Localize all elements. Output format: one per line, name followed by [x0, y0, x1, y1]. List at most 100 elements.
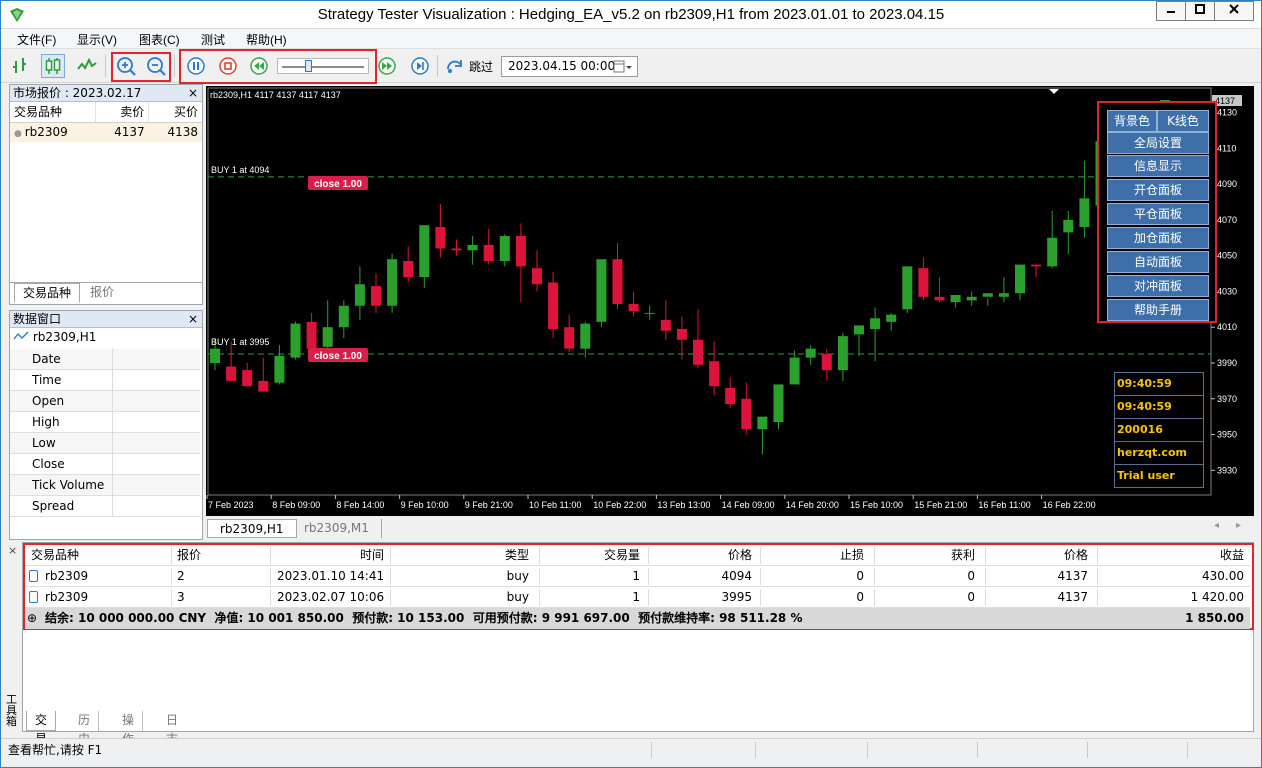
- minimize-button[interactable]: [1156, 1, 1186, 21]
- tab-journal[interactable]: 日志: [158, 711, 186, 746]
- candle[interactable]: [693, 309, 703, 369]
- candle[interactable]: [1047, 210, 1058, 269]
- zoom-in-button[interactable]: [114, 54, 138, 78]
- candle[interactable]: [709, 341, 720, 396]
- candle[interactable]: [676, 316, 687, 360]
- hedge-panel-button[interactable]: 对冲面板: [1107, 275, 1209, 297]
- tab-rb2309-h1[interactable]: rb2309,H1: [207, 519, 297, 538]
- candle[interactable]: [1079, 160, 1090, 238]
- candle[interactable]: [902, 266, 913, 313]
- tab-symbols[interactable]: 交易品种: [14, 283, 81, 303]
- column-header[interactable]: 收益: [1100, 545, 1244, 565]
- speed-slider[interactable]: [277, 58, 369, 74]
- candle[interactable]: [515, 223, 526, 303]
- candle[interactable]: [354, 266, 365, 321]
- stop-button[interactable]: [216, 54, 240, 78]
- candle[interactable]: [725, 377, 736, 408]
- help-manual-button[interactable]: 帮助手册: [1107, 299, 1209, 321]
- candle[interactable]: [998, 277, 1009, 303]
- candle[interactable]: [757, 416, 768, 455]
- add-position-panel-button[interactable]: 加仓面板: [1107, 227, 1209, 249]
- close-toolbox-icon[interactable]: ×: [8, 544, 17, 557]
- column-header[interactable]: 交易量: [541, 545, 640, 565]
- open-panel-button[interactable]: 开仓面板: [1107, 179, 1209, 201]
- candle[interactable]: [435, 203, 446, 258]
- candle[interactable]: [532, 250, 542, 292]
- candle[interactable]: [274, 345, 285, 385]
- slow-down-button[interactable]: [247, 54, 271, 78]
- auto-panel-button[interactable]: 自动面板: [1107, 251, 1209, 273]
- candle[interactable]: [419, 225, 430, 288]
- candle[interactable]: [564, 314, 575, 353]
- skip-label[interactable]: 跳过: [469, 58, 493, 75]
- close-panel-button[interactable]: 平仓面板: [1107, 203, 1209, 225]
- candle[interactable]: [950, 295, 961, 308]
- close-panel-icon[interactable]: ×: [188, 311, 198, 327]
- candle[interactable]: [628, 291, 639, 317]
- candle[interactable]: [403, 246, 414, 283]
- date-picker[interactable]: 2023.04.15 00:00: [501, 56, 638, 77]
- column-header[interactable]: 获利: [876, 545, 975, 565]
- tab-history[interactable]: 历史: [70, 711, 100, 746]
- summary-row[interactable]: ⊕ 结余: 10 000 000.00 CNY 净值: 10 001 850.00…: [25, 608, 1250, 629]
- global-settings-button[interactable]: 全局设置: [1107, 132, 1209, 154]
- candle[interactable]: [371, 273, 381, 313]
- col-bid[interactable]: 卖价: [95, 102, 150, 123]
- menu-help[interactable]: 帮助(H): [246, 31, 287, 48]
- candle[interactable]: [596, 259, 607, 328]
- tab-operations[interactable]: 操作: [114, 711, 144, 746]
- zoom-out-button[interactable]: [144, 54, 168, 78]
- candle[interactable]: [918, 257, 929, 301]
- close-window-button[interactable]: [1214, 1, 1254, 21]
- candle[interactable]: [322, 300, 333, 351]
- candle[interactable]: [1063, 210, 1074, 254]
- tab-rb2309-m1[interactable]: rb2309,M1: [292, 519, 382, 538]
- candle[interactable]: [982, 293, 993, 306]
- bar-chart-button[interactable]: [9, 54, 33, 78]
- column-header[interactable]: 止损: [764, 545, 864, 565]
- tab-trade[interactable]: 交易: [26, 711, 57, 746]
- candle[interactable]: [226, 341, 237, 381]
- table-row[interactable]: rb2309 2 2023.01.10 14:41:... buy 1 4094 0 0 413…: [25, 566, 1250, 587]
- candle[interactable]: [338, 300, 349, 338]
- scroll-left-icon[interactable]: ◂: [1214, 520, 1219, 531]
- col-symbol[interactable]: 交易品种: [10, 102, 96, 123]
- menu-view[interactable]: 显示(V): [77, 31, 117, 48]
- pause-button[interactable]: [184, 54, 208, 78]
- candle-color-button[interactable]: K线色: [1157, 110, 1209, 132]
- candle[interactable]: [886, 312, 897, 331]
- column-header[interactable]: 价格: [652, 545, 752, 565]
- candle[interactable]: [483, 228, 494, 265]
- candle[interactable]: [1031, 264, 1042, 278]
- maximize-button[interactable]: [1185, 1, 1215, 21]
- candle[interactable]: [258, 357, 269, 392]
- market-row[interactable]: ● rb2309 4137 4138: [10, 122, 202, 142]
- step-forward-button[interactable]: [408, 54, 432, 78]
- candle-chart-button[interactable]: [41, 54, 65, 78]
- candle[interactable]: [290, 321, 301, 360]
- close-panel-icon[interactable]: ×: [188, 85, 198, 101]
- candle[interactable]: [837, 332, 848, 381]
- candle[interactable]: [741, 382, 752, 435]
- candle[interactable]: [870, 307, 881, 362]
- chart-shift-marker[interactable]: [1049, 89, 1059, 94]
- column-header[interactable]: 时间: [277, 545, 384, 565]
- candle[interactable]: [805, 345, 816, 365]
- candle[interactable]: [467, 235, 478, 265]
- expand-icon[interactable]: ⊕: [27, 608, 37, 628]
- column-header[interactable]: 类型: [396, 545, 529, 565]
- candle[interactable]: [612, 243, 623, 310]
- candle[interactable]: [451, 239, 462, 256]
- menu-file[interactable]: 文件(F): [17, 31, 56, 48]
- scroll-right-icon[interactable]: ▸: [1236, 520, 1241, 531]
- candle[interactable]: [1015, 264, 1025, 301]
- candle[interactable]: [966, 291, 977, 306]
- background-color-button[interactable]: 背景色: [1107, 110, 1157, 132]
- candle[interactable]: [548, 271, 559, 338]
- candle[interactable]: [644, 305, 655, 321]
- price-chart[interactable]: 4130 4110 4090 4070 4050 4030 4010 3990 3970 3950…: [206, 86, 1254, 516]
- line-chart-button[interactable]: [75, 54, 99, 78]
- skip-icon-button[interactable]: [443, 54, 467, 78]
- candle[interactable]: [499, 234, 510, 267]
- close-button-1[interactable]: close 1.00: [308, 176, 368, 190]
